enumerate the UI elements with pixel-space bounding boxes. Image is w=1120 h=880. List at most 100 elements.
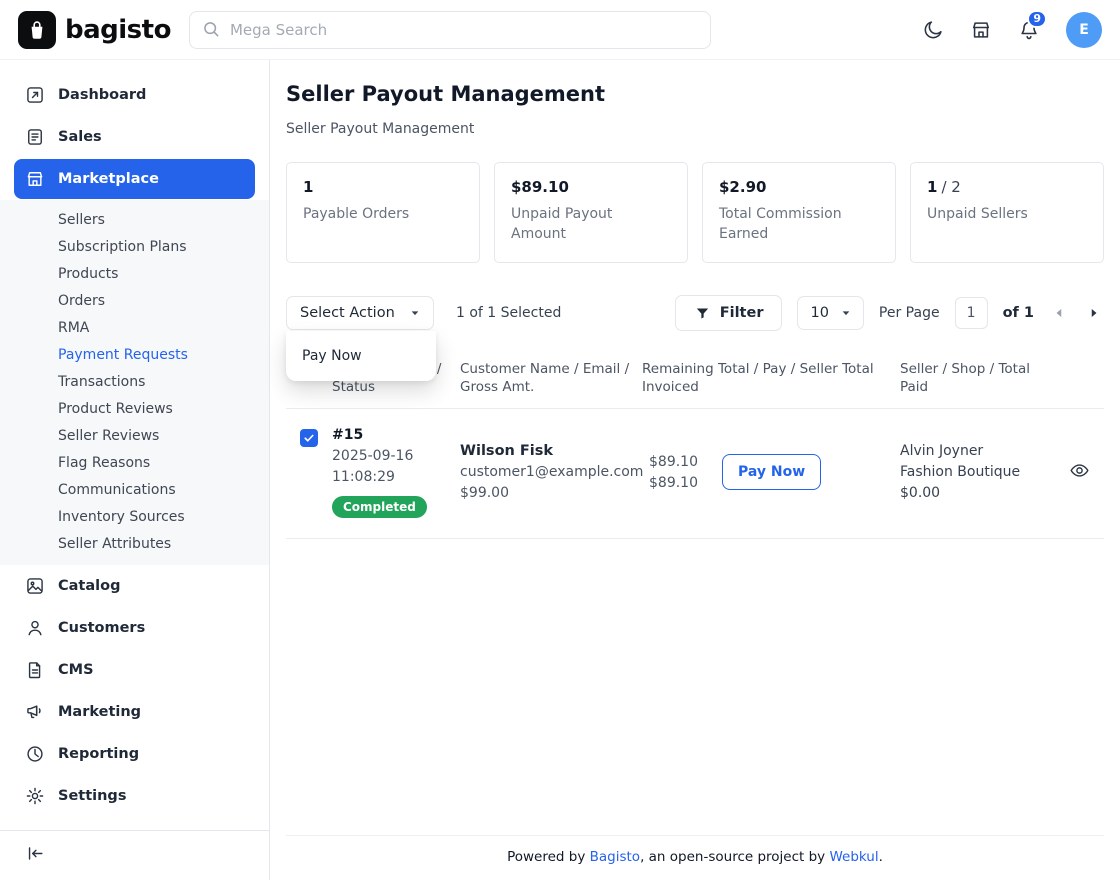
- chevron-down-icon: [841, 308, 851, 318]
- logo[interactable]: bagisto: [18, 11, 171, 49]
- stat-label: Total Commission Earned: [719, 205, 879, 245]
- sidebar: Dashboard Sales Marketplace Sellers Subs…: [0, 60, 270, 880]
- pay-now-button[interactable]: Pay Now: [722, 454, 821, 490]
- sidebar-item-inventory-sources[interactable]: Inventory Sources: [0, 504, 269, 531]
- row-checkbox[interactable]: [300, 429, 318, 447]
- sales-icon: [25, 127, 45, 147]
- stats-row: 1 Payable Orders $89.10 Unpaid Payout Am…: [286, 162, 1104, 263]
- table-row: #15 2025-09-16 11:08:29 Completed Wilson…: [286, 409, 1104, 539]
- customers-icon: [25, 618, 45, 638]
- footer: Powered by Bagisto, an open-source proje…: [286, 835, 1104, 880]
- stat-value-suffix: / 2: [941, 178, 960, 196]
- stat-label: Unpaid Payout Amount: [511, 205, 671, 245]
- bagisto-logo-icon: [18, 11, 56, 49]
- per-page-label: Per Page: [879, 305, 940, 321]
- sidebar-item-customers[interactable]: Customers: [14, 608, 255, 648]
- notifications-button[interactable]: 9: [1018, 19, 1040, 41]
- logo-text: bagisto: [65, 15, 171, 45]
- stat-card-unpaid-sellers: 1/ 2 Unpaid Sellers: [910, 162, 1104, 263]
- sidebar-item-subscription-plans[interactable]: Subscription Plans: [0, 234, 269, 261]
- sidebar-item-orders[interactable]: Orders: [0, 288, 269, 315]
- per-page-dropdown[interactable]: 10: [797, 296, 863, 330]
- sidebar-item-flag-reasons[interactable]: Flag Reasons: [0, 450, 269, 477]
- customer-name: Wilson Fisk: [460, 443, 632, 459]
- footer-text: , an open-source project by: [640, 849, 829, 865]
- marketplace-icon: [25, 169, 45, 189]
- sidebar-item-settings[interactable]: Settings: [14, 776, 255, 816]
- sidebar-item-dashboard[interactable]: Dashboard: [14, 75, 255, 115]
- bagisto-link[interactable]: Bagisto: [590, 849, 640, 865]
- sidebar-item-marketplace[interactable]: Marketplace: [14, 159, 255, 199]
- seller-name: Alvin Joyner: [900, 443, 1044, 459]
- stat-value: 1: [303, 178, 463, 196]
- stat-value: 1/ 2: [927, 178, 1087, 196]
- sidebar-item-label: Catalog: [58, 578, 120, 594]
- sidebar-item-label: Dashboard: [58, 87, 146, 103]
- footer-text: .: [879, 849, 883, 865]
- sidebar-item-transactions[interactable]: Transactions: [0, 369, 269, 396]
- sidebar-item-sellers[interactable]: Sellers: [0, 207, 269, 234]
- stat-card-payable-orders: 1 Payable Orders: [286, 162, 480, 263]
- sidebar-item-product-reviews[interactable]: Product Reviews: [0, 396, 269, 423]
- order-date: 2025-09-16: [332, 448, 450, 464]
- page-input[interactable]: [955, 297, 988, 329]
- sidebar-item-rma[interactable]: RMA: [0, 315, 269, 342]
- order-cell: #15 2025-09-16 11:08:29 Completed: [332, 427, 460, 518]
- remaining-cell: $89.10 $89.10 Pay Now: [642, 454, 900, 491]
- filter-button[interactable]: Filter: [675, 295, 783, 331]
- previous-page-button[interactable]: [1049, 303, 1069, 323]
- sidebar-item-communications[interactable]: Communications: [0, 477, 269, 504]
- sidebar-item-label: CMS: [58, 662, 94, 678]
- stat-label: Unpaid Sellers: [927, 205, 1087, 225]
- sidebar-footer: [0, 830, 269, 880]
- status-badge: Completed: [332, 496, 427, 518]
- sidebar-item-seller-reviews[interactable]: Seller Reviews: [0, 423, 269, 450]
- order-id: #15: [332, 427, 450, 443]
- customer-cell: Wilson Fisk customer1@example.com $99.00: [460, 443, 642, 501]
- catalog-icon: [25, 576, 45, 596]
- menu-item-pay-now[interactable]: Pay Now: [286, 340, 436, 372]
- sidebar-item-seller-attributes[interactable]: Seller Attributes: [0, 531, 269, 558]
- settings-icon: [25, 786, 45, 806]
- sidebar-item-cms[interactable]: CMS: [14, 650, 255, 690]
- avatar[interactable]: E: [1066, 12, 1102, 48]
- order-time: 11:08:29: [332, 469, 450, 485]
- cms-icon: [25, 660, 45, 680]
- selection-count: 1 of 1 Selected: [456, 305, 561, 321]
- toolbar: Select Action Pay Now 1 of 1 Selected Fi…: [286, 295, 1104, 331]
- column-header-actions: [1054, 361, 1104, 397]
- sidebar-item-reporting[interactable]: Reporting: [14, 734, 255, 774]
- funnel-icon: [694, 305, 711, 322]
- main-content: Seller Payout Management Seller Payout M…: [270, 60, 1120, 880]
- select-action-dropdown[interactable]: Select Action: [286, 296, 434, 330]
- remaining-total: $89.10: [642, 454, 698, 470]
- marketplace-submenu: Sellers Subscription Plans Products Orde…: [0, 200, 269, 565]
- actions-cell: [1054, 460, 1104, 485]
- marketing-icon: [25, 702, 45, 722]
- eye-icon: [1069, 460, 1090, 485]
- sidebar-item-sales[interactable]: Sales: [14, 117, 255, 157]
- header-actions: 9 E: [922, 12, 1102, 48]
- search-input[interactable]: [189, 11, 711, 49]
- stat-card-unpaid-payout: $89.10 Unpaid Payout Amount: [494, 162, 688, 263]
- column-header-remaining: Remaining Total / Pay / Seller Total Inv…: [642, 361, 900, 397]
- webkul-link[interactable]: Webkul: [829, 849, 878, 865]
- reporting-icon: [25, 744, 45, 764]
- sidebar-item-catalog[interactable]: Catalog: [14, 566, 255, 606]
- next-page-button[interactable]: [1084, 303, 1104, 323]
- header: bagisto 9 E: [0, 0, 1120, 60]
- view-payout-button[interactable]: [1069, 460, 1090, 485]
- sidebar-item-marketing[interactable]: Marketing: [14, 692, 255, 732]
- gross-amount: $99.00: [460, 485, 632, 501]
- sidebar-item-payment-requests[interactable]: Payment Requests: [0, 342, 269, 369]
- stat-card-commission: $2.90 Total Commission Earned: [702, 162, 896, 263]
- sidebar-item-products[interactable]: Products: [0, 261, 269, 288]
- store-icon[interactable]: [970, 19, 992, 41]
- sidebar-item-label: Customers: [58, 620, 145, 636]
- collapse-sidebar-icon[interactable]: [26, 844, 45, 863]
- total-paid: $0.00: [900, 485, 1044, 501]
- dark-mode-icon[interactable]: [922, 19, 944, 41]
- page-subtitle: Seller Payout Management: [286, 121, 1104, 137]
- chevron-down-icon: [410, 308, 420, 318]
- app: bagisto 9 E: [0, 0, 1120, 880]
